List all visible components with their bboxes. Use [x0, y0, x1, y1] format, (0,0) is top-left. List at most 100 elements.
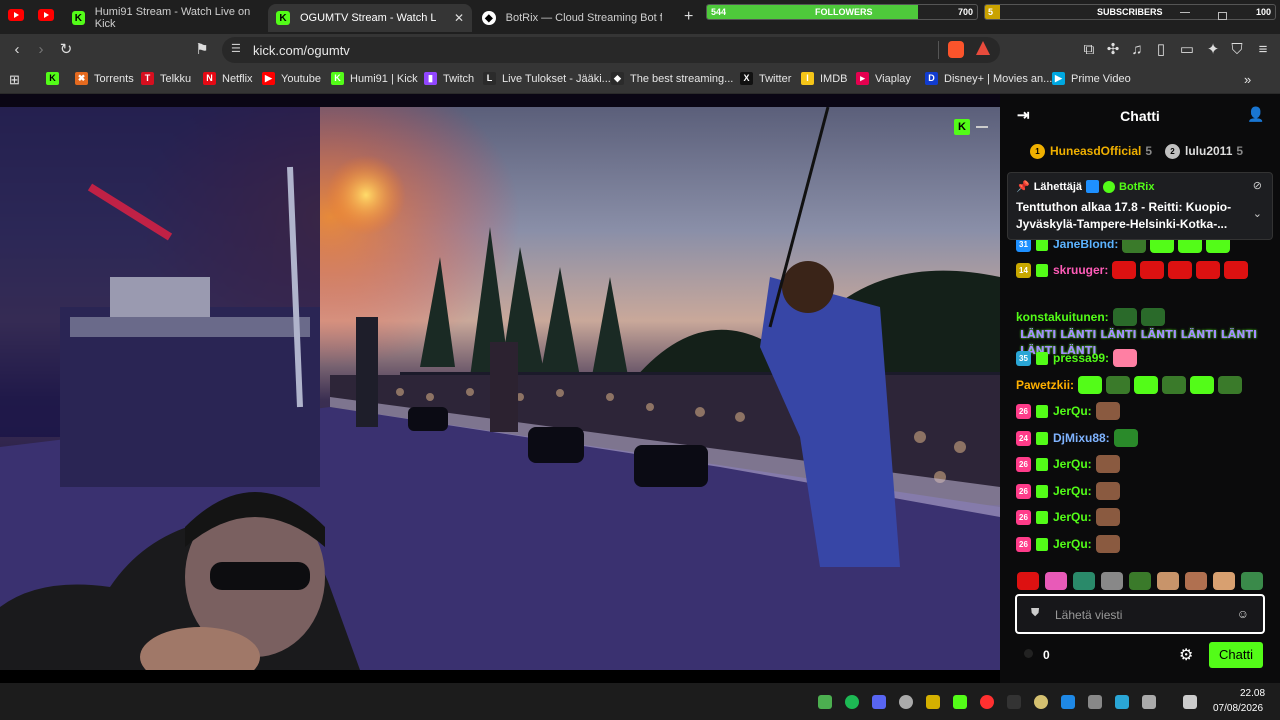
bookmark-item[interactable]: X Twitter: [740, 72, 791, 85]
leaderboard-item[interactable]: 2 lulu2011 5: [1165, 142, 1243, 160]
chat-username[interactable]: pressa99:: [1053, 351, 1109, 365]
bookmark-item[interactable]: ▶ Youtube: [262, 72, 321, 85]
chat-message[interactable]: 14 skruuger:: [1016, 260, 1249, 280]
bookmark-item[interactable]: ▶ Prime Video: [1052, 72, 1131, 85]
new-tab-button[interactable]: +: [684, 8, 693, 26]
chat-username[interactable]: Pawetzkii:: [1016, 378, 1074, 392]
bookmark-kick[interactable]: K: [46, 72, 65, 85]
puzzle-icon[interactable]: ✣: [1104, 41, 1122, 59]
reload-icon[interactable]: ↻: [57, 41, 75, 59]
bookmark-item[interactable]: ▮ Twitch: [424, 72, 474, 85]
chat-message[interactable]: konstakuitunen:: [1016, 307, 1165, 327]
usb-icon[interactable]: [1088, 695, 1102, 709]
menu-icon[interactable]: ≡: [1254, 41, 1272, 59]
apps-grid-icon[interactable]: ⊞: [9, 72, 20, 88]
brave-rewards-icon[interactable]: [976, 41, 990, 55]
leo-icon[interactable]: ✦: [1204, 41, 1222, 59]
chat-message[interactable]: Pawetzkii:: [1016, 375, 1243, 395]
emote-shortcut-icon[interactable]: [1073, 572, 1095, 590]
pinned-youtube-tab[interactable]: [38, 9, 54, 21]
leaderboard-item[interactable]: 1 HuneasdOfficial 5: [1030, 142, 1152, 160]
cloud-icon[interactable]: [899, 695, 913, 709]
emoji-picker-icon[interactable]: ☺: [1237, 607, 1249, 621]
chat-username[interactable]: JerQu:: [1053, 510, 1092, 524]
chat-username[interactable]: JerQu:: [1053, 404, 1092, 418]
bookmark-item[interactable]: ◆ The best streaming...: [611, 72, 733, 85]
chat-users-icon[interactable]: 👤: [1247, 106, 1264, 123]
bookmark-item[interactable]: L Live Tulokset - Jääki...: [483, 72, 611, 85]
pinned-message[interactable]: 📌 Lähettäjä BotRix ⊘ Tenttuthon alkaa 17…: [1007, 172, 1273, 240]
site-info-icon[interactable]: ☰: [231, 42, 241, 55]
bookmark-item[interactable]: D Disney+ | Movies an...: [925, 72, 1052, 85]
minimize-icon[interactable]: [1180, 12, 1190, 13]
chat-username[interactable]: konstakuitunen:: [1016, 310, 1109, 324]
play-icon[interactable]: [953, 695, 967, 709]
brave-shields-icon[interactable]: [948, 41, 964, 58]
emote-shortcut-icon[interactable]: [1101, 572, 1123, 590]
chat-emote-icon: [1162, 376, 1187, 394]
url-bar[interactable]: ☰ kick.com/ogumtv: [222, 37, 1000, 63]
bluetooth-icon[interactable]: [1061, 695, 1075, 709]
edge-icon[interactable]: [1115, 695, 1129, 709]
emote-shortcut-icon[interactable]: [1213, 572, 1235, 590]
chat-settings-icon[interactable]: ⚙: [1179, 645, 1193, 665]
emote-shortcut-icon[interactable]: [1241, 572, 1263, 590]
bookmark-item[interactable]: ✖ Torrents: [75, 72, 134, 85]
chat-username[interactable]: DjMixu88:: [1053, 431, 1110, 445]
emote-shortcut-icon[interactable]: [1045, 572, 1067, 590]
bookmark-item[interactable]: T Telkku: [141, 72, 191, 85]
chat-message[interactable]: 26 JerQu:: [1016, 454, 1120, 474]
subscribers-label: SUBSCRIBERS: [1097, 7, 1163, 17]
app-icon[interactable]: [926, 695, 940, 709]
chat-message[interactable]: 26 JerQu:: [1016, 534, 1120, 554]
video-player[interactable]: K: [0, 94, 1000, 670]
extensions-icon[interactable]: ⧉: [1080, 41, 1098, 59]
taskbar-app-icon[interactable]: [818, 695, 832, 709]
more-bookmarks-icon[interactable]: »: [1244, 72, 1251, 87]
expand-pin-icon[interactable]: ⌄: [1253, 207, 1262, 220]
pinned-youtube-tab[interactable]: [8, 9, 24, 21]
chat-input[interactable]: ⛊ Lähetä viesti ☺: [1015, 594, 1265, 634]
bookmark-icon[interactable]: ⚑: [193, 41, 211, 59]
back-icon[interactable]: ‹: [8, 41, 26, 59]
chat-message[interactable]: 35 pressa99:: [1016, 348, 1138, 368]
chat-username[interactable]: JerQu:: [1053, 457, 1092, 471]
volume-icon[interactable]: [1183, 695, 1197, 709]
sidebar-icon[interactable]: ▯: [1152, 41, 1170, 59]
bookmark-item[interactable]: I IMDB: [801, 72, 848, 85]
emote-shortcut-icon[interactable]: [1017, 572, 1039, 590]
close-tab-icon[interactable]: ✕: [446, 11, 464, 25]
bookmark-item[interactable]: ▸ Viaplay: [856, 72, 911, 85]
vpn-icon[interactable]: ⛉: [1228, 41, 1246, 59]
chat-message[interactable]: 24 DjMixu88:: [1016, 428, 1138, 448]
maximize-icon[interactable]: [1218, 12, 1227, 20]
send-chat-button[interactable]: Chatti: [1209, 642, 1263, 668]
bookmark-item[interactable]: K Humi91 | Kick: [331, 72, 418, 85]
chat-emote-icon: [1095, 455, 1120, 473]
chat-username[interactable]: JerQu:: [1053, 484, 1092, 498]
hide-pin-icon[interactable]: ⊘: [1253, 179, 1262, 192]
chat-message[interactable]: 26 JerQu:: [1016, 507, 1120, 527]
forward-icon[interactable]: ›: [32, 41, 50, 59]
discord-icon[interactable]: [872, 695, 886, 709]
subscriber-badge: 14: [1016, 262, 1031, 278]
wallet-icon[interactable]: ▭: [1178, 41, 1196, 59]
app-icon[interactable]: [1034, 695, 1048, 709]
tab-botrix[interactable]: ◆ BotRix — Cloud Streaming Bot for Tw: [474, 4, 670, 32]
app-icon[interactable]: [1007, 695, 1021, 709]
chat-username[interactable]: JerQu:: [1053, 537, 1092, 551]
emote-shortcut-icon[interactable]: [1185, 572, 1207, 590]
microphone-icon[interactable]: [1142, 695, 1156, 709]
chat-message[interactable]: 26 JerQu:: [1016, 401, 1120, 421]
tab-ogumtv[interactable]: K OGUMTV Stream - Watch Live ✕: [268, 4, 472, 32]
tab-humi91[interactable]: K Humi91 Stream - Watch Live on Kick: [64, 4, 266, 32]
chat-message[interactable]: 26 JerQu:: [1016, 481, 1120, 501]
emote-shortcut-icon[interactable]: [1129, 572, 1151, 590]
spotify-icon[interactable]: [845, 695, 859, 709]
kick-icon: K: [276, 11, 290, 25]
chat-username[interactable]: skruuger:: [1053, 263, 1108, 277]
media-icon[interactable]: ♫: [1128, 41, 1146, 59]
bookmark-item[interactable]: N Netflix: [203, 72, 253, 85]
game-icon[interactable]: [980, 695, 994, 709]
emote-shortcut-icon[interactable]: [1157, 572, 1179, 590]
